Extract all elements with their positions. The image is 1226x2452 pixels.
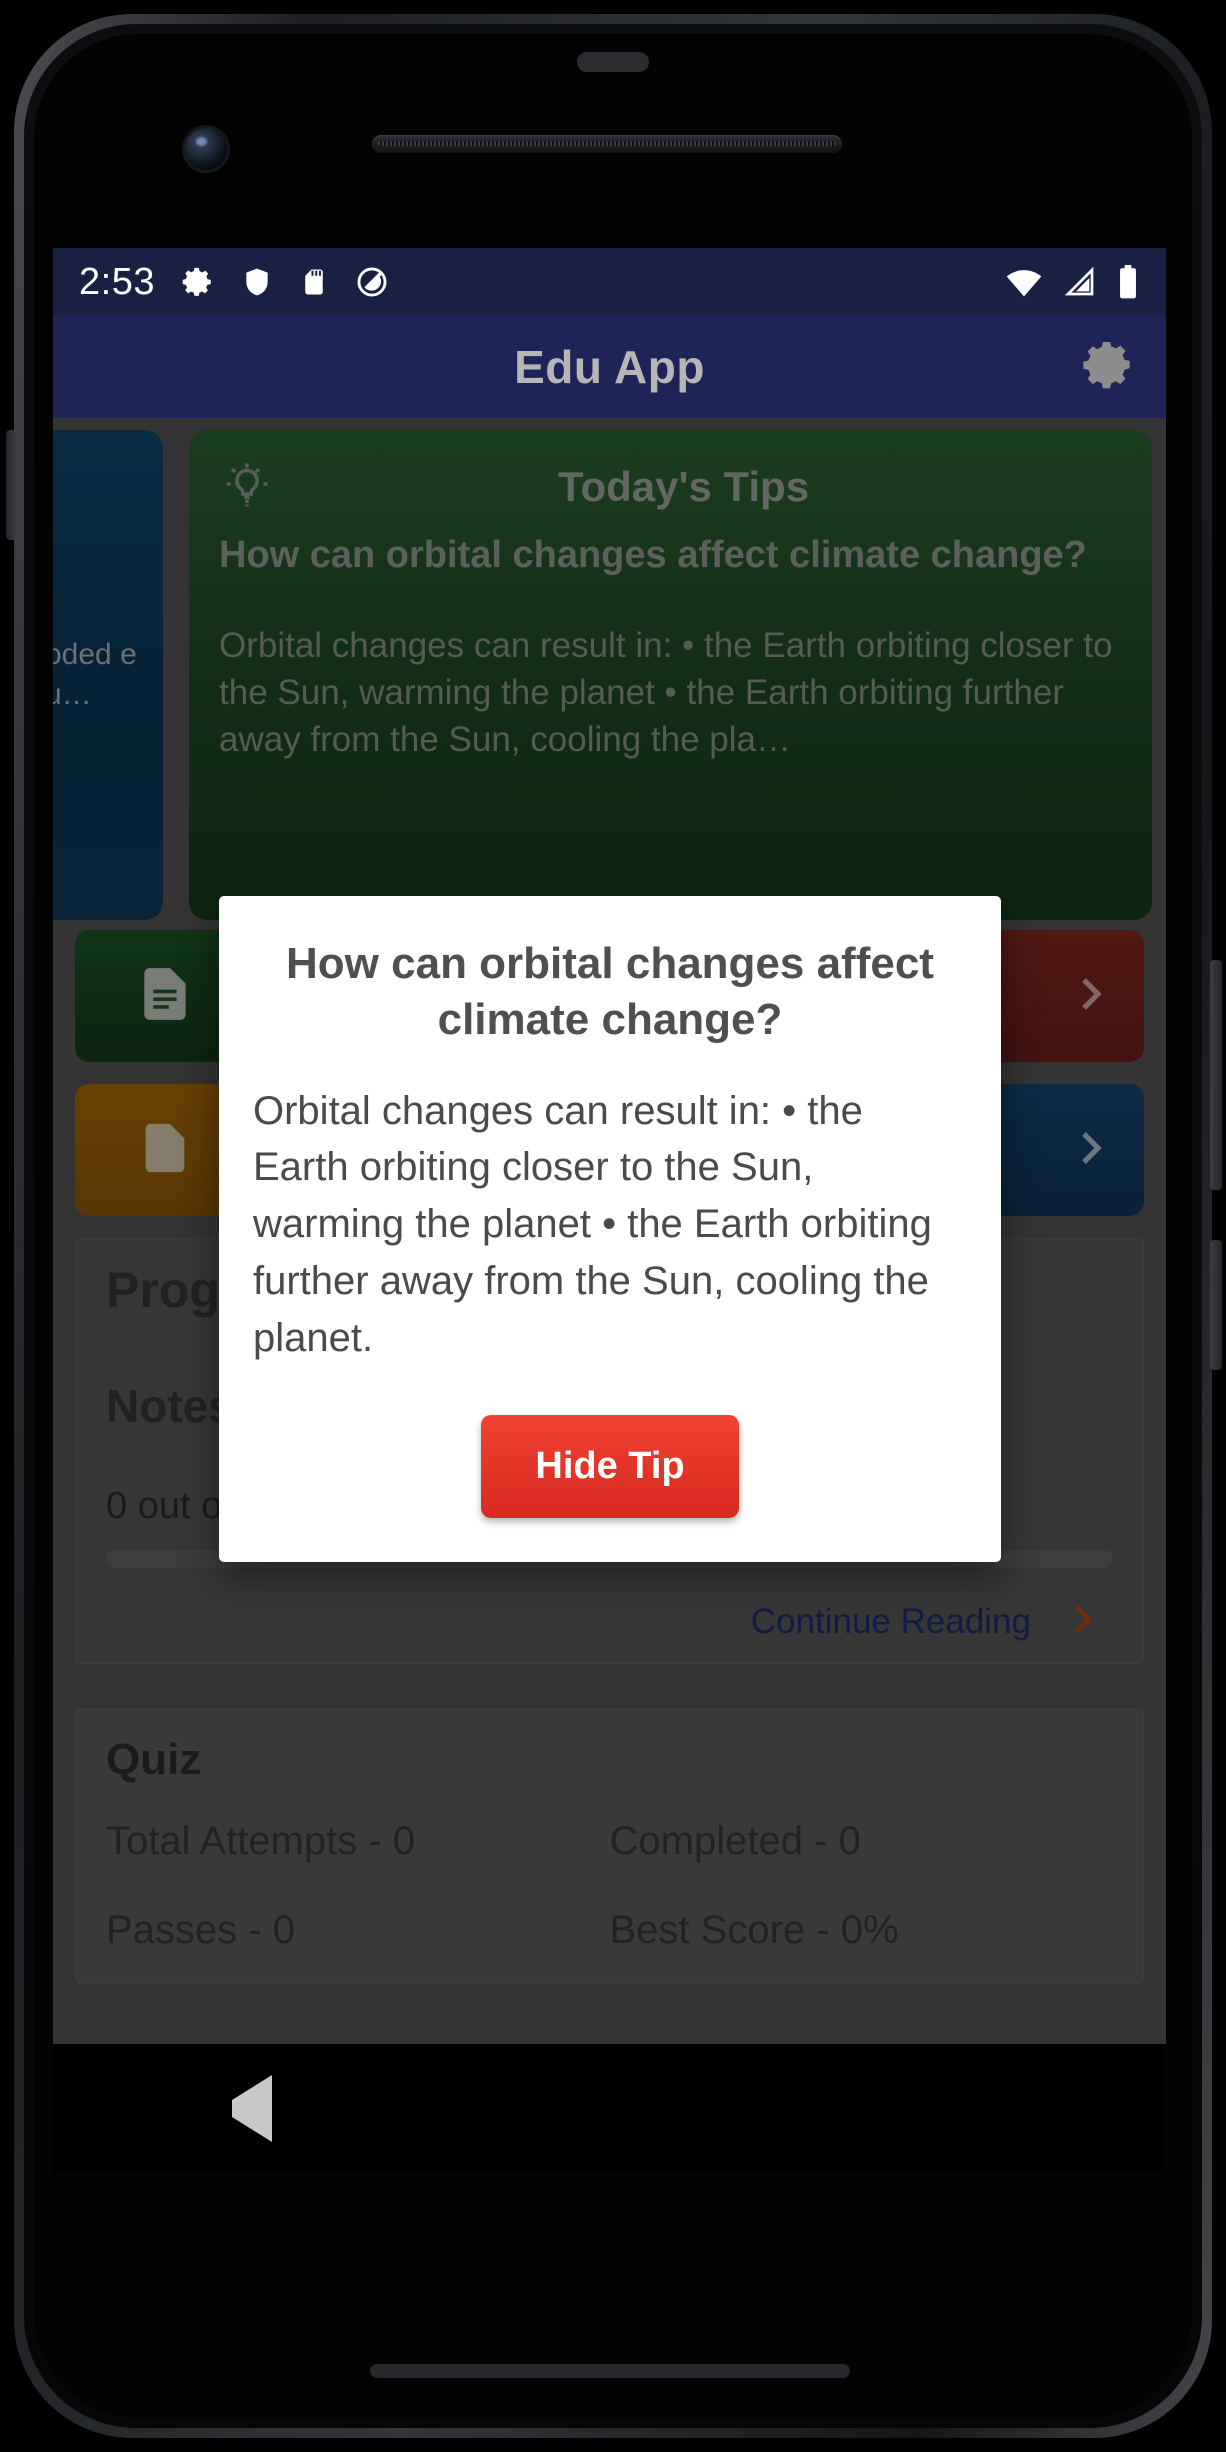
bottom-speaker-grille: [370, 2364, 850, 2378]
earpiece-grille: [372, 135, 842, 153]
circle-slash-icon: [355, 265, 389, 299]
status-bar: 2:53: [53, 248, 1166, 316]
front-camera: [185, 128, 227, 170]
phone-frame: 2:53: [0, 0, 1226, 2452]
hide-tip-button[interactable]: Hide Tip: [481, 1415, 738, 1518]
status-clock: 2:53: [79, 261, 155, 304]
android-nav-bar: [53, 2044, 1166, 2174]
app-bar: Edu App: [53, 316, 1166, 418]
page-title: Edu App: [514, 340, 705, 394]
gear-icon: [181, 265, 215, 299]
side-button-left[interactable]: [6, 430, 16, 540]
dialog-body: Orbital changes can result in: • the Ear…: [253, 1083, 967, 1367]
wifi-icon: [1004, 266, 1044, 298]
settings-gear-icon[interactable]: [1082, 338, 1136, 397]
top-speaker-slot: [577, 52, 649, 72]
triangle-back-icon[interactable]: [232, 2100, 272, 2118]
shield-icon: [241, 265, 273, 299]
status-bar-left: 2:53: [79, 261, 389, 304]
phone-screen: 2:53: [53, 248, 1166, 2044]
battery-icon: [1116, 265, 1140, 299]
power-button[interactable]: [1210, 1240, 1222, 1370]
volume-button[interactable]: [1210, 960, 1222, 1190]
dialog-title: How can orbital changes affect climate c…: [253, 936, 967, 1049]
status-bar-right: [1004, 265, 1140, 299]
cell-signal-icon: [1062, 266, 1098, 298]
tip-dialog: How can orbital changes affect climate c…: [219, 896, 1001, 1562]
dialog-actions: Hide Tip: [253, 1415, 967, 1518]
sd-card-icon: [299, 265, 329, 299]
